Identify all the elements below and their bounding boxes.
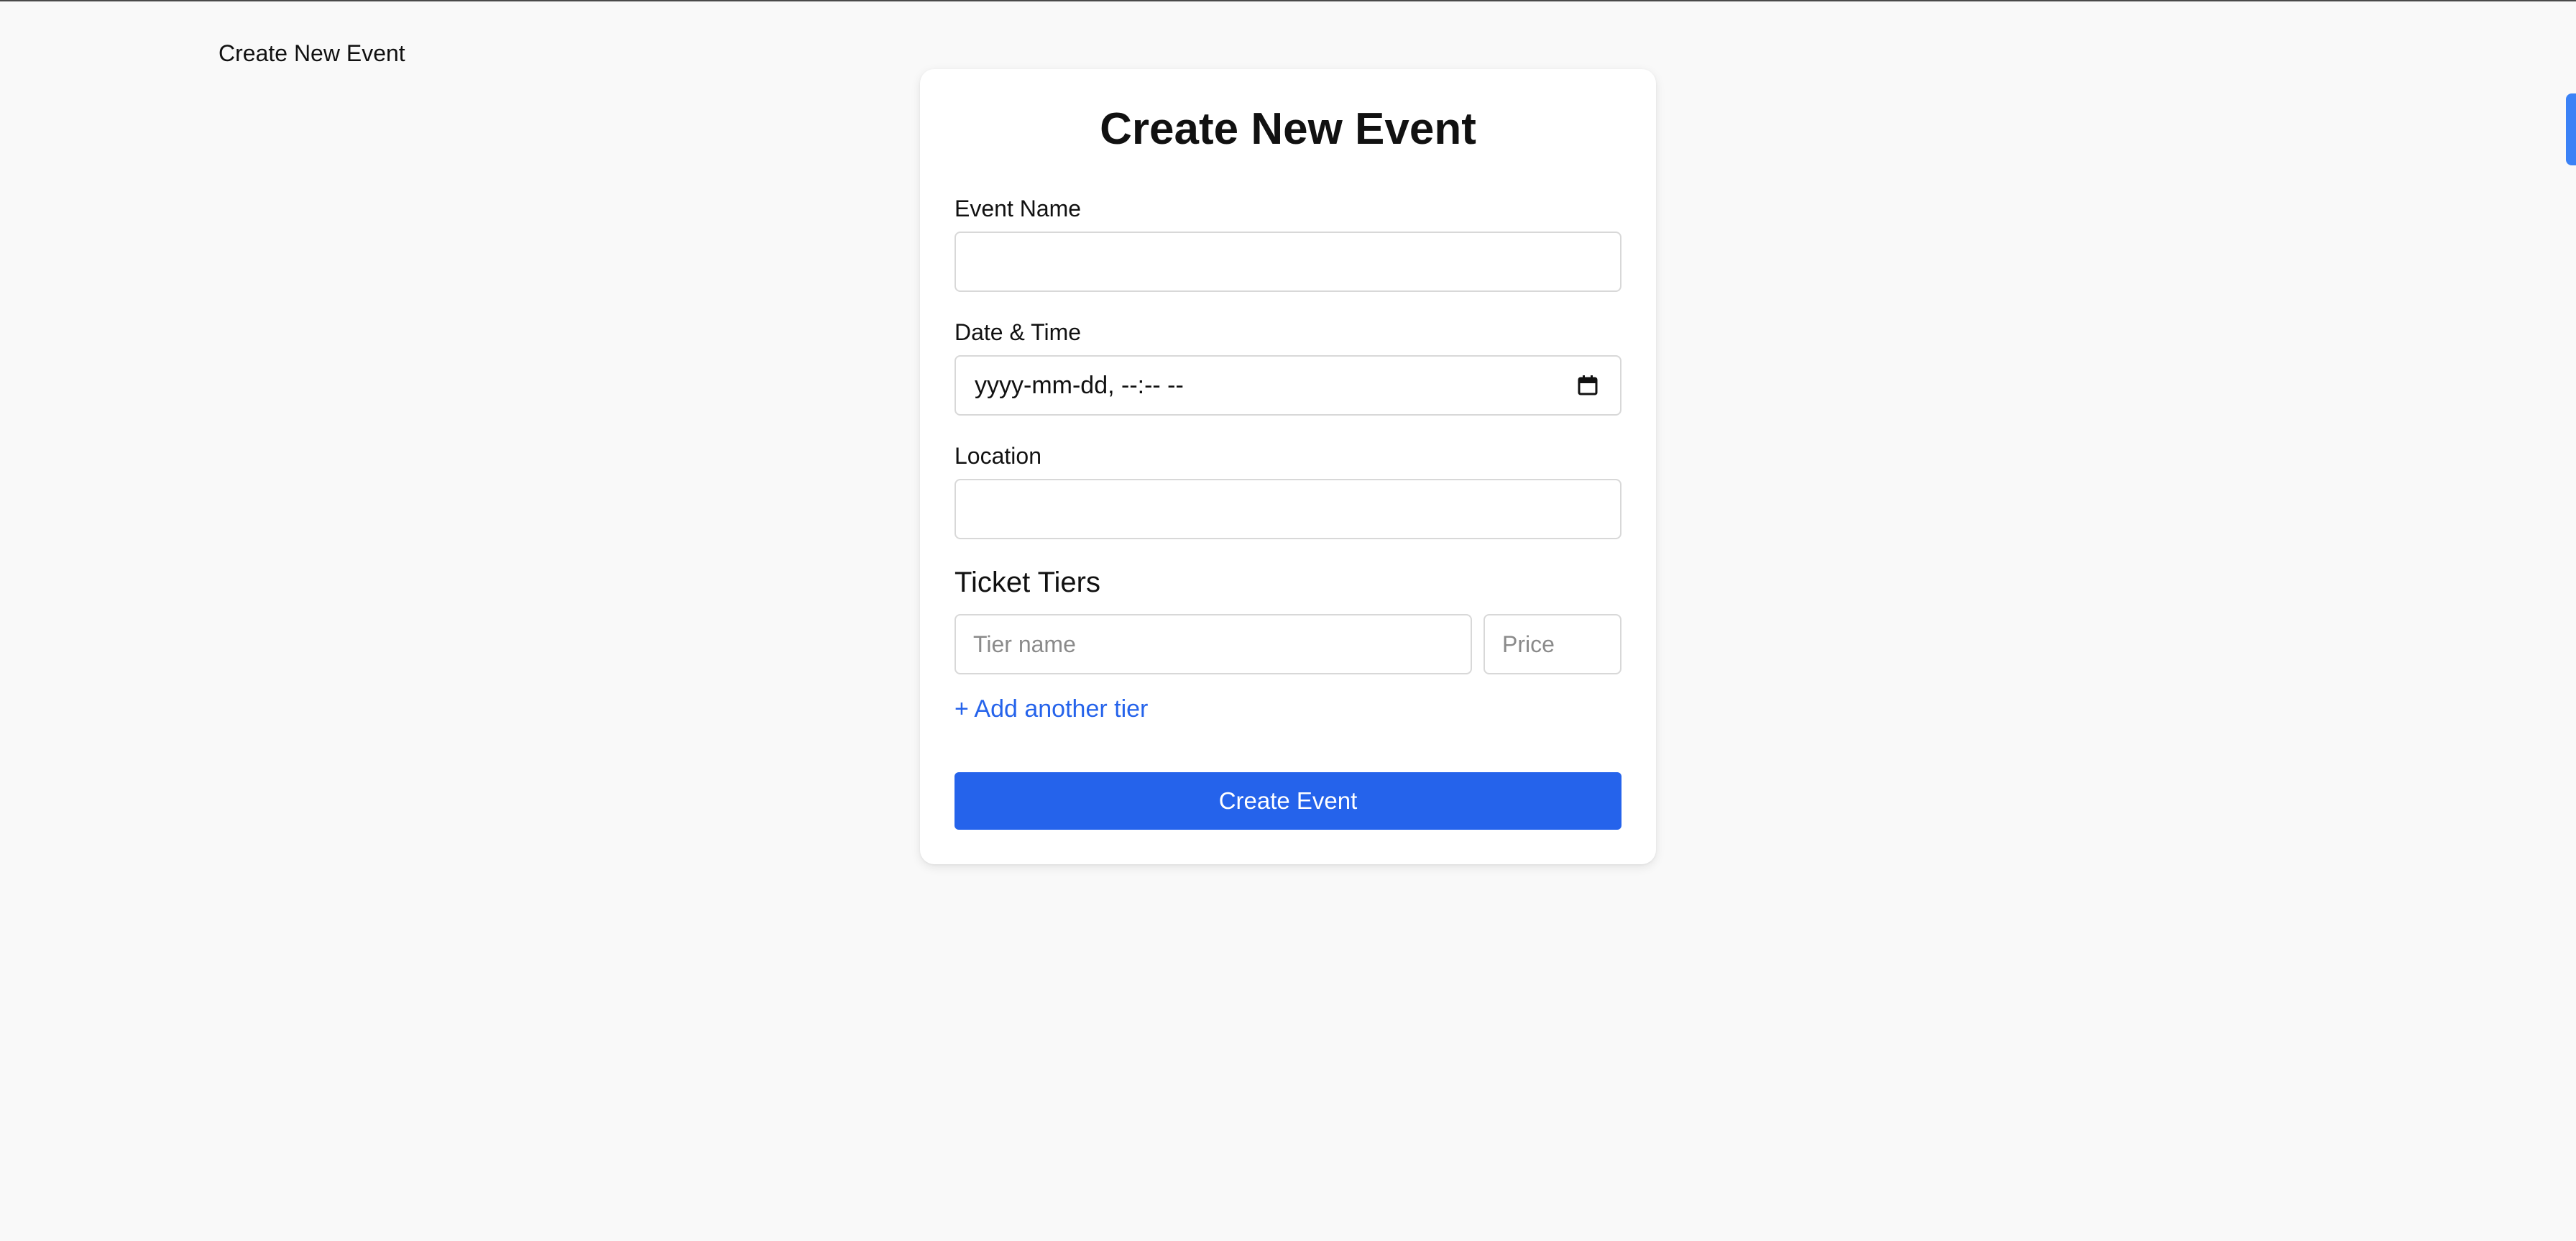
create-event-button[interactable]: Create Event xyxy=(954,772,1622,830)
add-tier-link[interactable]: + Add another tier xyxy=(954,695,1148,723)
date-time-input[interactable]: yyyy-mm-dd, --:-- -- xyxy=(954,355,1622,416)
event-form-card: Create New Event Event Name Date & Time … xyxy=(920,69,1656,864)
tier-price-input[interactable] xyxy=(1484,614,1622,674)
location-label: Location xyxy=(954,443,1041,469)
event-name-input[interactable] xyxy=(954,232,1622,292)
date-time-label: Date & Time xyxy=(954,319,1082,345)
calendar-icon[interactable] xyxy=(1577,375,1598,396)
page-heading: Create New Event xyxy=(218,40,405,66)
form-title: Create New Event xyxy=(1100,104,1476,154)
window-top-border xyxy=(0,0,2576,1)
date-time-placeholder: yyyy-mm-dd, --:-- -- xyxy=(975,372,1184,399)
location-input[interactable] xyxy=(954,479,1622,539)
scroll-indicator[interactable] xyxy=(2566,93,2576,165)
event-name-label: Event Name xyxy=(954,196,1082,221)
tier-name-input[interactable] xyxy=(954,614,1472,674)
ticket-tiers-title: Ticket Tiers xyxy=(954,567,1100,598)
